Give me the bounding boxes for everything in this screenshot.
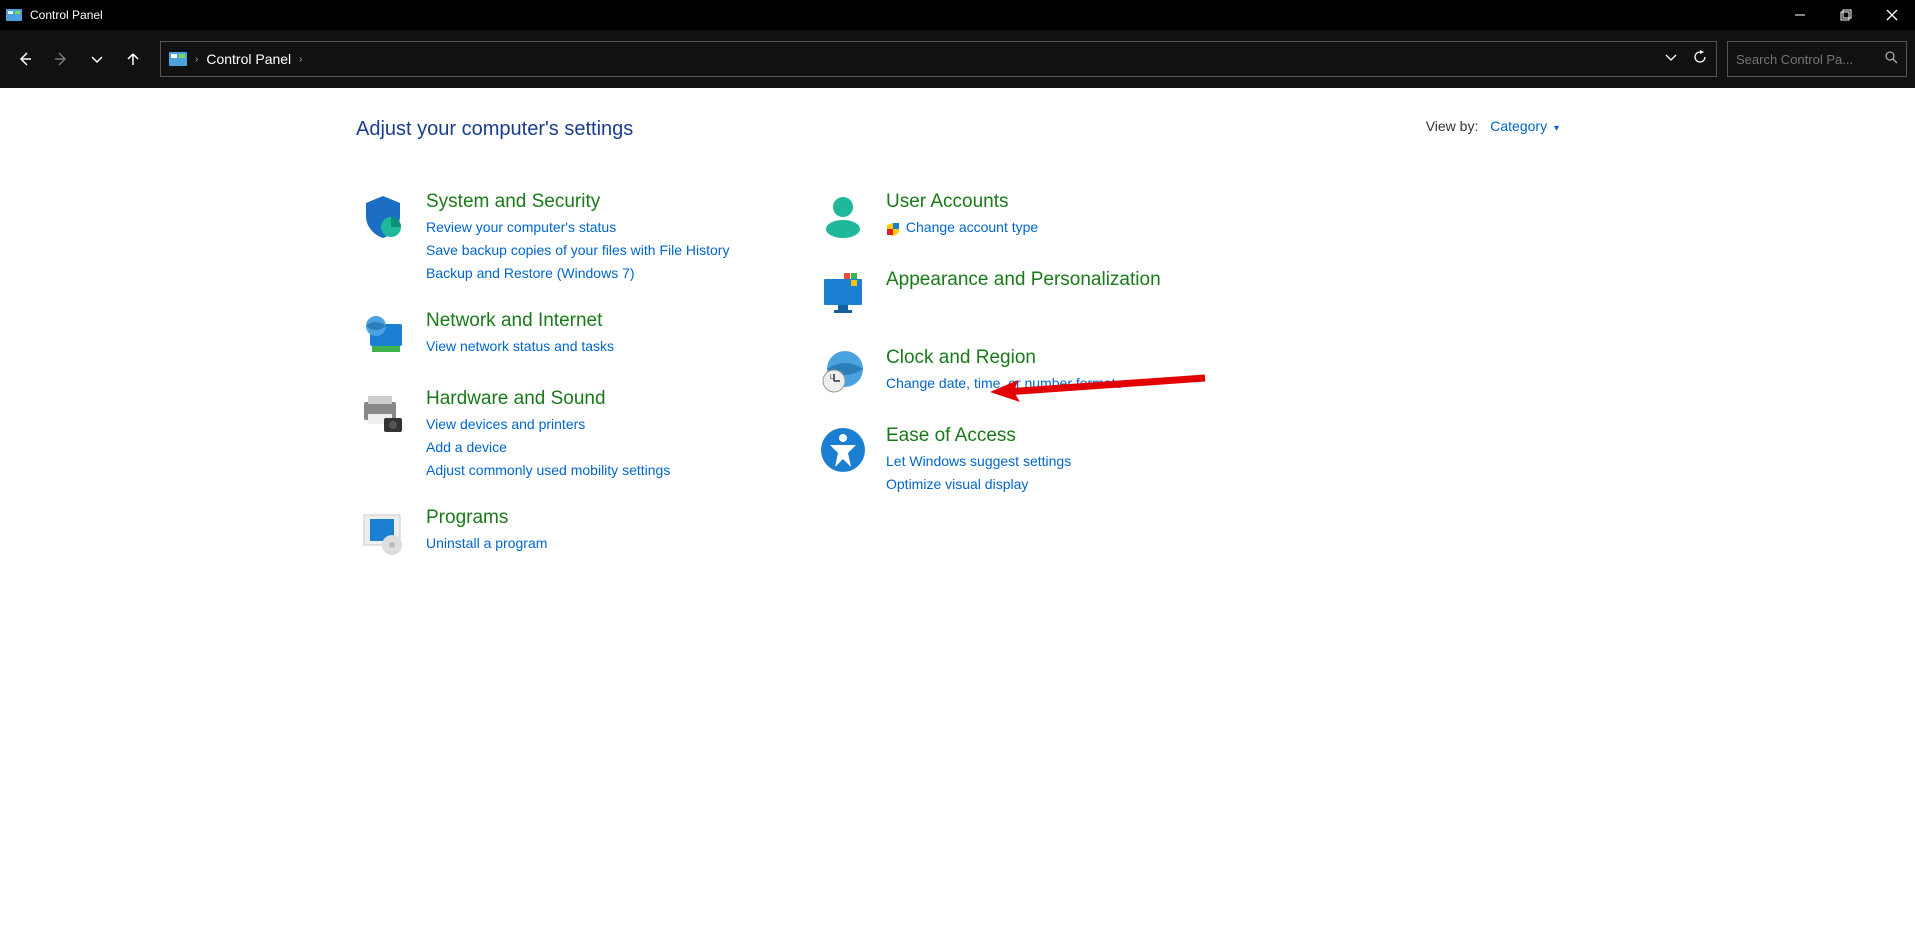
category-link[interactable]: Change account type — [886, 217, 1038, 238]
category-user-accounts: User Accounts Change account type — [816, 191, 1216, 245]
category-title[interactable]: System and Security — [426, 191, 729, 213]
category-link[interactable]: Uninstall a program — [426, 533, 547, 554]
navigation-bar: › Control Panel › — [0, 30, 1915, 88]
category-ease-of-access: Ease of Access Let Windows suggest setti… — [816, 425, 1216, 497]
window-controls — [1777, 0, 1915, 30]
user-icon — [816, 191, 870, 245]
refresh-icon[interactable] — [1692, 49, 1708, 70]
close-button[interactable] — [1869, 0, 1915, 30]
control-panel-icon — [169, 50, 187, 68]
category-clock-region: L Clock and Region Change date, time, or… — [816, 347, 1216, 401]
uac-shield-icon — [886, 221, 900, 235]
forward-button[interactable] — [44, 42, 78, 76]
titlebar: Control Panel — [0, 0, 1915, 30]
globe-clock-icon: L — [816, 347, 870, 401]
chevron-right-icon[interactable]: › — [299, 54, 302, 65]
category-link[interactable]: Add a device — [426, 437, 670, 458]
category-appearance-personalization: Appearance and Personalization — [816, 269, 1216, 323]
history-dropdown-icon[interactable] — [1664, 50, 1678, 69]
category-title[interactable]: Hardware and Sound — [426, 388, 670, 410]
category-link[interactable]: Let Windows suggest settings — [886, 451, 1071, 472]
category-link[interactable]: Review your computer's status — [426, 217, 729, 238]
view-by-label: View by: — [1426, 118, 1479, 134]
category-hardware-sound: Hardware and Sound View devices and prin… — [356, 388, 756, 483]
category-title[interactable]: Ease of Access — [886, 425, 1071, 447]
category-link[interactable]: View network status and tasks — [426, 336, 614, 357]
back-button[interactable] — [8, 42, 42, 76]
category-link[interactable]: Save backup copies of your files with Fi… — [426, 240, 729, 261]
category-programs: Programs Uninstall a program — [356, 507, 756, 561]
category-system-security: System and Security Review your computer… — [356, 191, 756, 286]
accessibility-icon — [816, 425, 870, 479]
chevron-down-icon[interactable]: ▾ — [1554, 123, 1559, 134]
programs-icon — [356, 507, 410, 561]
category-title[interactable]: Clock and Region — [886, 347, 1123, 369]
category-title[interactable]: User Accounts — [886, 191, 1038, 213]
control-panel-icon — [6, 7, 22, 23]
chevron-right-icon[interactable]: › — [195, 54, 198, 65]
category-link[interactable]: Backup and Restore (Windows 7) — [426, 263, 729, 284]
printer-camera-icon — [356, 388, 410, 442]
search-box[interactable] — [1727, 41, 1907, 77]
category-title[interactable]: Network and Internet — [426, 310, 614, 332]
breadcrumb-text[interactable]: Control Panel — [206, 51, 291, 67]
shield-icon — [356, 191, 410, 245]
category-network-internet: Network and Internet View network status… — [356, 310, 756, 364]
globe-monitor-icon — [356, 310, 410, 364]
category-link-text: Change account type — [906, 219, 1038, 235]
search-input[interactable] — [1736, 52, 1866, 67]
category-title[interactable]: Programs — [426, 507, 547, 529]
view-by-control[interactable]: View by: Category ▾ — [1426, 118, 1559, 134]
monitor-icon — [816, 269, 870, 323]
address-bar[interactable]: › Control Panel › — [160, 41, 1717, 77]
category-link[interactable]: View devices and printers — [426, 414, 670, 435]
category-link[interactable]: Adjust commonly used mobility settings — [426, 460, 670, 481]
search-icon[interactable] — [1884, 50, 1898, 69]
window-title: Control Panel — [30, 8, 103, 22]
view-by-value[interactable]: Category — [1490, 118, 1547, 134]
minimize-button[interactable] — [1777, 0, 1823, 30]
left-column: System and Security Review your computer… — [356, 191, 756, 585]
up-button[interactable] — [116, 42, 150, 76]
content-area: Adjust your computer's settings View by:… — [0, 88, 1915, 585]
maximize-button[interactable] — [1823, 0, 1869, 30]
category-link[interactable]: Change date, time, or number formats — [886, 373, 1123, 394]
category-link[interactable]: Optimize visual display — [886, 474, 1071, 495]
category-title[interactable]: Appearance and Personalization — [886, 269, 1161, 291]
right-column: User Accounts Change account type Appear… — [816, 191, 1216, 585]
recent-locations-button[interactable] — [80, 42, 114, 76]
page-heading: Adjust your computer's settings — [356, 118, 1915, 141]
